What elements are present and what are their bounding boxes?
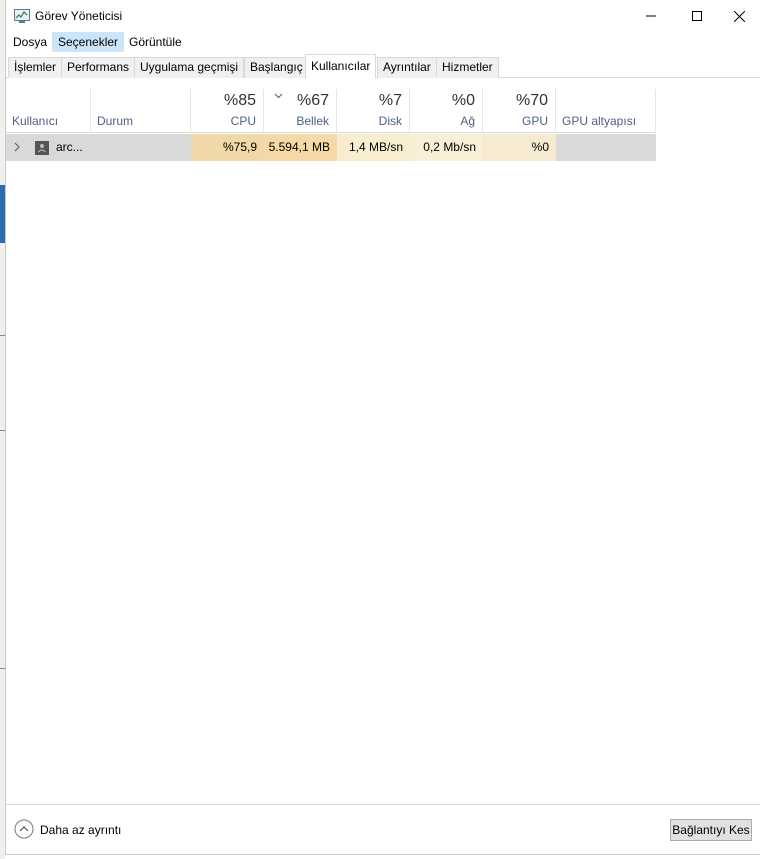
column-header-memory[interactable]: %67 Bellek — [264, 89, 337, 133]
column-label-status: Durum — [97, 114, 134, 128]
memory-total-percent: %67 — [296, 92, 329, 109]
gpu-total-percent: %70 — [515, 92, 548, 109]
tab-startup[interactable]: Başlangıç — [244, 57, 309, 78]
task-manager-window: Görev Yöneticisi Dosya Seçenekler Görünt… — [5, 0, 760, 855]
column-label-gpu: GPU — [521, 114, 548, 128]
tab-details[interactable]: Ayrıntılar — [377, 57, 437, 78]
users-table-header: Kullanıcı Durum %85 CPU %67 Bellek %7 Di… — [6, 89, 656, 133]
task-manager-icon — [14, 9, 30, 23]
close-button[interactable] — [716, 0, 760, 32]
minimize-button[interactable] — [628, 0, 674, 32]
column-header-cpu[interactable]: %85 CPU — [191, 89, 264, 133]
tab-processes[interactable]: İşlemler — [8, 57, 63, 78]
column-header-user[interactable]: Kullanıcı — [6, 89, 91, 133]
footer-bar: Daha az ayrıntı Bağlantıyı Kes — [6, 804, 760, 854]
cell-cpu: %75,9 — [191, 134, 264, 161]
title-bar: Görev Yöneticisi — [6, 0, 760, 32]
column-label-disk: Disk — [378, 114, 402, 128]
cpu-total-percent: %85 — [223, 92, 256, 109]
close-icon — [733, 10, 745, 22]
chevron-right-icon[interactable] — [14, 142, 21, 152]
menu-bar: Dosya Seçenekler Görüntüle — [6, 32, 760, 52]
tab-services[interactable]: Hizmetler — [436, 57, 499, 78]
tab-strip: İşlemler Performans Uygulama geçmişi Baş… — [6, 54, 760, 79]
tab-app-history[interactable]: Uygulama geçmişi — [134, 57, 245, 78]
column-label-cpu: CPU — [230, 114, 256, 128]
column-label-memory: Bellek — [296, 114, 329, 128]
column-header-gpu-engine[interactable]: GPU altyapısı — [556, 89, 656, 133]
fewer-details-link[interactable]: Daha az ayrıntı — [40, 823, 121, 837]
user-avatar-icon — [35, 141, 49, 155]
tab-performance[interactable]: Performans — [61, 57, 136, 78]
column-header-gpu[interactable]: %70 GPU — [483, 89, 556, 133]
column-label-user: Kullanıcı — [12, 114, 59, 128]
network-total-percent: %0 — [451, 92, 475, 109]
table-row[interactable]: arc... %75,9 5.594,1 MB 1,4 MB/sn 0,2 Mb… — [6, 134, 656, 161]
menu-options[interactable]: Seçenekler — [52, 32, 125, 52]
minimize-icon — [646, 15, 656, 17]
cell-gpu: %0 — [483, 134, 556, 161]
sort-descending-icon — [274, 93, 283, 99]
cell-gpu-engine — [556, 134, 656, 161]
column-header-network[interactable]: %0 Ağ — [410, 89, 483, 133]
maximize-icon — [692, 11, 702, 21]
column-label-gpu-engine: GPU altyapısı — [562, 114, 637, 128]
menu-view[interactable]: Görüntüle — [123, 32, 188, 52]
chevron-up-circle-icon[interactable] — [14, 819, 34, 839]
disconnect-button[interactable]: Bağlantıyı Kes — [670, 819, 752, 841]
window-title: Görev Yöneticisi — [35, 9, 123, 23]
menu-file[interactable]: Dosya — [7, 32, 53, 52]
tab-users[interactable]: Kullanıcılar — [305, 54, 377, 79]
cell-network: 0,2 Mb/sn — [410, 134, 483, 161]
column-header-disk[interactable]: %7 Disk — [337, 89, 410, 133]
cell-memory: 5.594,1 MB — [264, 134, 337, 161]
column-label-network: Ağ — [460, 114, 475, 128]
column-header-status[interactable]: Durum — [91, 89, 191, 133]
user-name: arc... — [56, 140, 83, 154]
maximize-button[interactable] — [674, 0, 720, 32]
disk-total-percent: %7 — [378, 92, 402, 109]
cell-disk: 1,4 MB/sn — [337, 134, 410, 161]
